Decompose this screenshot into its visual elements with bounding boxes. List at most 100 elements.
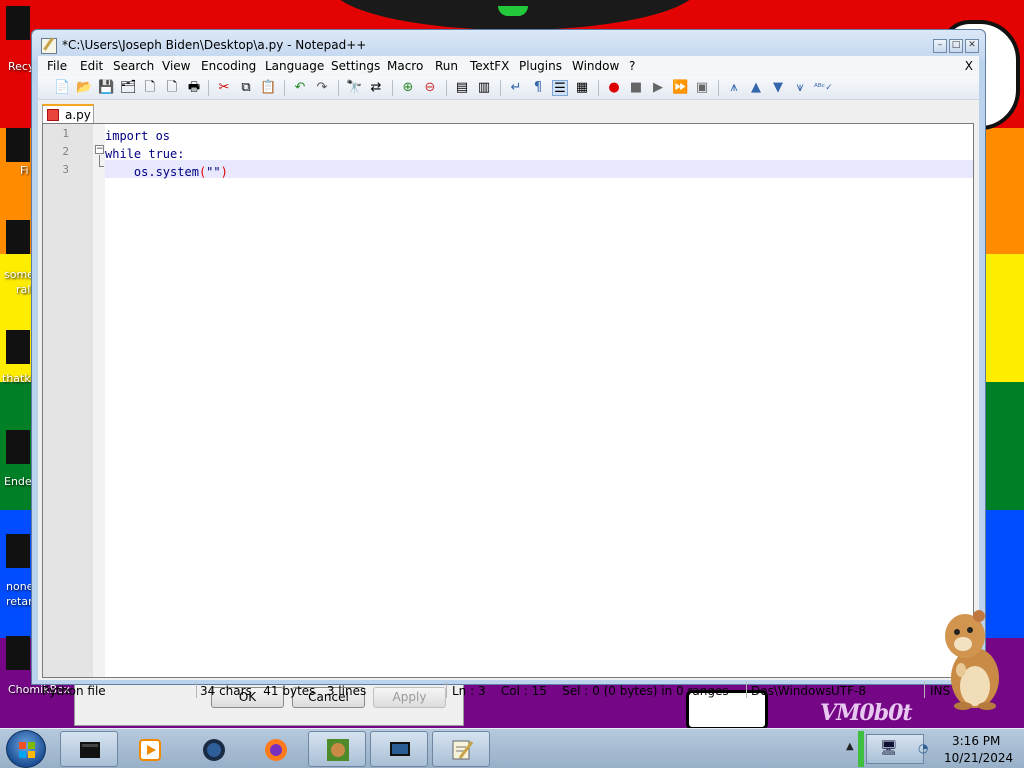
shortcut-icon <box>6 430 30 464</box>
fold-guide-end <box>99 166 104 167</box>
clock-date[interactable]: 10/21/2024 <box>944 751 1013 765</box>
network-icon[interactable]: ◔ <box>918 741 928 755</box>
sync-h-icon[interactable]: ▥ <box>476 80 492 96</box>
taskbar-media-player[interactable] <box>120 731 178 767</box>
window-title: *C:\Users\Joseph Biden\Desktop\a.py - No… <box>62 38 367 52</box>
toolbar-separator <box>500 80 501 96</box>
monitor-icon <box>390 742 410 756</box>
menu-window[interactable]: Window <box>572 59 619 73</box>
restore-button[interactable]: □ <box>949 39 963 53</box>
menu-run[interactable]: Run <box>435 59 458 73</box>
record-macro-icon[interactable]: ● <box>606 80 622 96</box>
menu-language[interactable]: Language <box>265 59 324 73</box>
find-icon[interactable]: 🔭 <box>346 80 362 96</box>
line-number: 2 <box>62 145 69 158</box>
status-eol: Dos\Windows <box>751 684 832 698</box>
save-icon[interactable]: 💾 <box>98 80 114 96</box>
menu-search[interactable]: Search <box>113 59 154 73</box>
shortcut-icon <box>6 128 30 162</box>
code-text: os.system <box>133 165 199 179</box>
menu-settings[interactable]: Settings <box>331 59 380 73</box>
clock-time[interactable]: 3:16 PM <box>952 734 1000 748</box>
spellcheck-icon[interactable]: ᴬᴮᶜ✓ <box>814 80 833 96</box>
open-file-icon[interactable]: 📂 <box>76 80 92 96</box>
hamster-mascot-image <box>945 610 999 710</box>
fold-toggle-icon[interactable]: − <box>95 145 104 154</box>
minimize-button[interactable]: – <box>933 39 947 53</box>
taskbar-terminal[interactable] <box>60 731 118 767</box>
indent-guide-icon[interactable]: ☰ <box>552 80 568 96</box>
toolbar-separator <box>598 80 599 96</box>
show-hidden-icons-icon[interactable]: ▲ <box>846 741 854 752</box>
replace-icon[interactable]: ⇄ <box>368 80 384 96</box>
new-file-icon[interactable]: 📄 <box>54 80 70 96</box>
taskbar-app[interactable] <box>184 731 242 767</box>
copy-icon[interactable]: ⧉ <box>238 80 254 96</box>
play-macro-icon[interactable]: ▶ <box>650 80 666 96</box>
status-divider <box>446 682 447 698</box>
cut-icon[interactable]: ✂ <box>216 80 232 96</box>
recycle-bin-icon <box>6 6 30 40</box>
menu-help[interactable]: ? <box>629 59 635 73</box>
taskbar-notepadplusplus[interactable] <box>432 731 490 767</box>
menu-encoding[interactable]: Encoding <box>201 59 256 73</box>
modified-file-icon <box>47 109 59 121</box>
show-all-chars-icon[interactable]: ¶ <box>530 80 546 96</box>
globe-icon <box>203 739 225 761</box>
unfold-all-icon[interactable]: ⩛ <box>792 80 808 96</box>
status-position: Ln : 3 Col : 15 Sel : 0 (0 bytes) in 0 r… <box>452 684 729 698</box>
close-button[interactable]: ✕ <box>965 39 979 53</box>
stop-macro-icon[interactable]: ■ <box>628 80 644 96</box>
desktop-label: some <box>4 268 34 281</box>
firefox-icon <box>265 739 287 761</box>
down-icon[interactable]: ▼ <box>770 80 786 96</box>
close-all-icon[interactable]: 🗋 <box>164 80 180 96</box>
toolbar-separator <box>284 80 285 96</box>
taskbar-chomikbox[interactable] <box>308 731 366 767</box>
toolbar-separator <box>446 80 447 96</box>
tab-a-py[interactable]: a.py <box>42 104 94 124</box>
redo-icon[interactable]: ↷ <box>314 80 330 96</box>
zoom-out-icon[interactable]: ⊖ <box>422 80 438 96</box>
taskbar-remote-desktop[interactable] <box>370 731 428 767</box>
run-macro-multiple-icon[interactable]: ⏩ <box>672 80 688 96</box>
desktop-label: ral <box>16 283 31 296</box>
menu-plugins[interactable]: Plugins <box>519 59 562 73</box>
status-divider <box>196 682 197 698</box>
menu-textfx[interactable]: TextFX <box>470 59 509 73</box>
save-macro-icon[interactable]: ▣ <box>694 80 710 96</box>
line-number-gutter: 1 2 3 <box>43 124 93 677</box>
wrap-icon[interactable]: ↵ <box>508 80 524 96</box>
status-encoding: UTF-8 <box>831 684 866 698</box>
code-line-1: import os <box>105 127 170 145</box>
status-divider <box>746 682 747 698</box>
chomikbox-icon <box>6 636 30 670</box>
doc-map-icon[interactable]: ▦ <box>574 80 590 96</box>
menu-view[interactable]: View <box>162 59 190 73</box>
current-line-highlight <box>105 160 973 178</box>
zoom-in-icon[interactable]: ⊕ <box>400 80 416 96</box>
fold-all-icon[interactable]: ⩚ <box>726 80 742 96</box>
undo-icon[interactable]: ↶ <box>292 80 308 96</box>
windows-logo-icon <box>19 742 35 758</box>
menu-edit[interactable]: Edit <box>80 59 103 73</box>
print-icon[interactable]: 🖶 <box>186 80 202 96</box>
toolbar-separator <box>338 80 339 96</box>
code-editor[interactable]: 1 2 3 − import os while true: os.system(… <box>42 123 974 678</box>
start-button[interactable] <box>6 730 46 768</box>
close-icon[interactable]: 🗋 <box>142 80 158 96</box>
close-document-button[interactable]: X <box>965 59 973 73</box>
paste-icon[interactable]: 📋 <box>260 80 276 96</box>
taskbar-firefox[interactable] <box>246 731 304 767</box>
notepad-icon <box>41 38 57 54</box>
status-bar: Python file 34 chars 41 bytes 3 lines Ln… <box>38 681 979 699</box>
up-icon[interactable]: ▲ <box>748 80 764 96</box>
wallpaper-watermark: VM0b0t <box>820 700 913 726</box>
menu-file[interactable]: File <box>47 59 67 73</box>
menu-macro[interactable]: Macro <box>387 59 423 73</box>
toolbar: 📄 📂 💾 🗂 🗋 🗋 🖶 ✂ ⧉ 📋 ↶ ↷ 🔭 ⇄ ⊕ ⊖ ▤ ▥ ↵ ¶ … <box>38 76 979 100</box>
save-all-icon[interactable]: 🗂 <box>120 80 137 96</box>
sync-v-icon[interactable]: ▤ <box>454 80 470 96</box>
notepadplusplus-window: *C:\Users\Joseph Biden\Desktop\a.py - No… <box>31 29 986 698</box>
